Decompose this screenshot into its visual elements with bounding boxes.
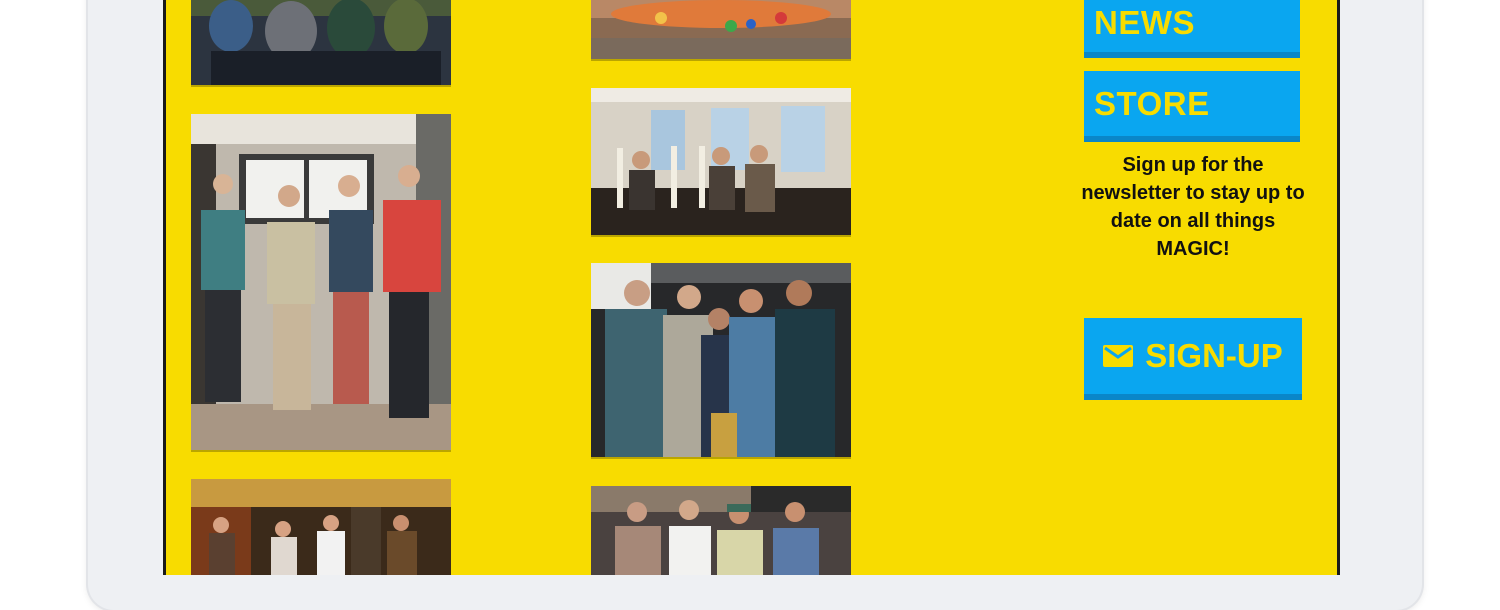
- band-photo-2[interactable]: [191, 114, 451, 450]
- nav-store-button[interactable]: STORE: [1084, 71, 1300, 142]
- band-photo-5[interactable]: [591, 88, 851, 235]
- band-photo-1[interactable]: [191, 0, 451, 85]
- band-photo-7[interactable]: [591, 486, 851, 575]
- nav-news-button[interactable]: NEWS: [1084, 0, 1300, 58]
- newsletter-description: Sign up for the newsletter to stay up to…: [1081, 154, 1305, 260]
- signup-button[interactable]: SIGN-UP: [1084, 318, 1302, 400]
- nav-store-label: STORE: [1094, 84, 1210, 122]
- nav-news-label: NEWS: [1094, 4, 1195, 41]
- band-photo-3[interactable]: [191, 479, 451, 575]
- mail-icon: [1103, 345, 1134, 367]
- band-photo-6[interactable]: [591, 263, 851, 457]
- signup-label: SIGN-UP: [1145, 337, 1283, 374]
- page-screen: NEWS STORE Sign up for the newsletter to…: [163, 0, 1340, 575]
- band-photo-4[interactable]: [591, 0, 851, 59]
